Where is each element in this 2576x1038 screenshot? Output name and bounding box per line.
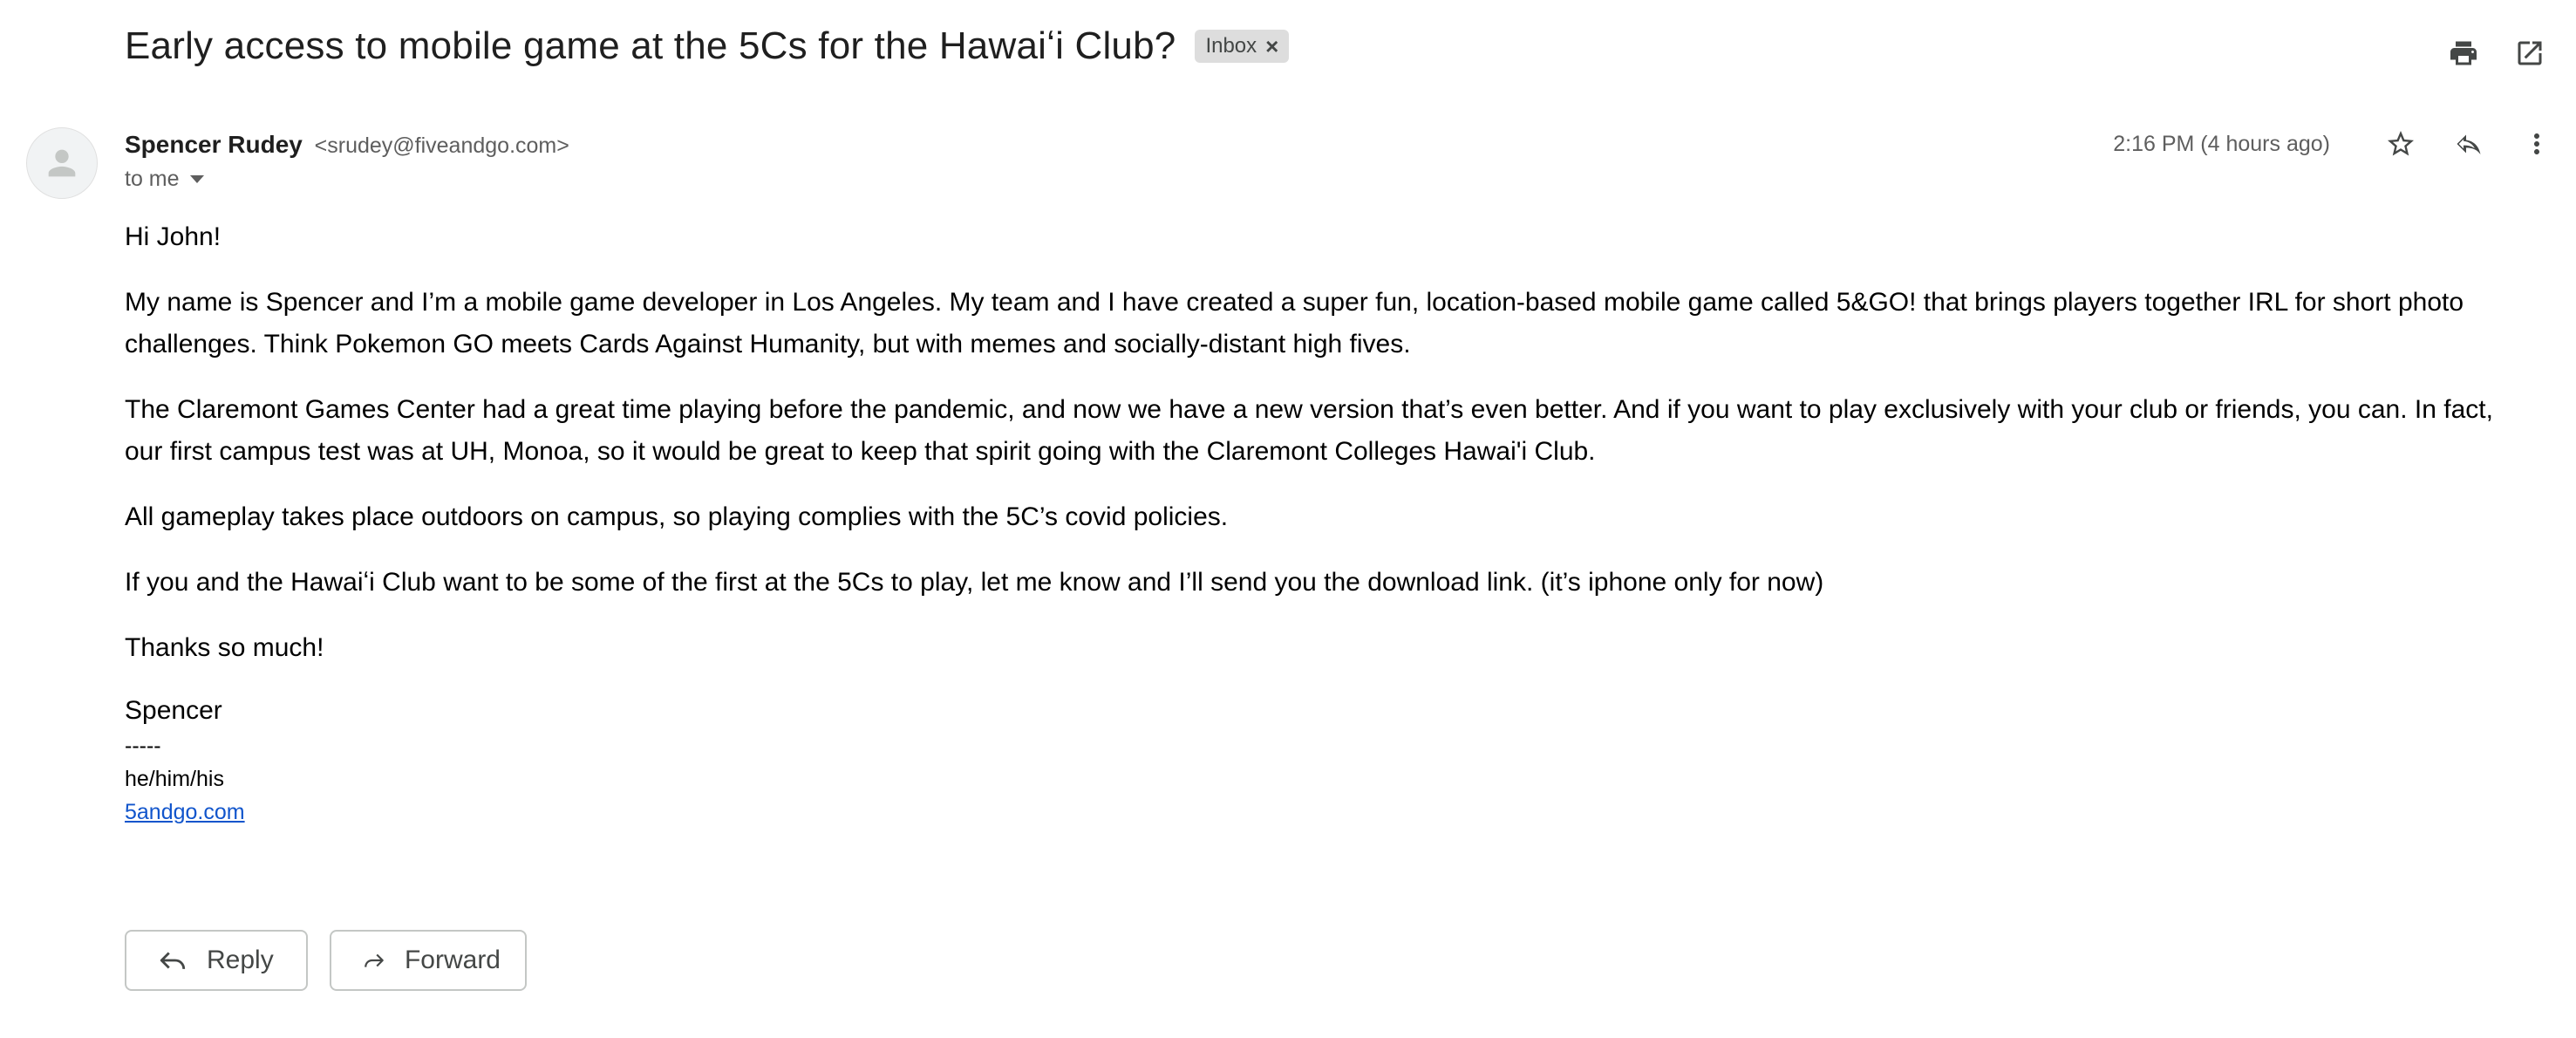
- subject-row: Early access to mobile game at the 5Cs f…: [125, 24, 1290, 68]
- recipient-details-toggle[interactable]: to me: [125, 167, 204, 192]
- star-icon[interactable]: [2381, 124, 2421, 164]
- body-paragraph: If you and the Hawaiʻi Club want to be s…: [125, 568, 1824, 597]
- remove-label-button[interactable]: ×: [1265, 33, 1278, 60]
- email-body: Hi John! My name is Spencer and I’m a mo…: [125, 216, 2532, 829]
- body-paragraph: My name is Spencer and I’m a mobile game…: [125, 288, 2464, 359]
- sender-line: Spencer Rudey <srudey@fiveandgo.com>: [125, 131, 569, 159]
- bottom-actions: Reply Forward: [125, 930, 527, 991]
- closing: Thanks so much!: [125, 633, 324, 662]
- reply-icon: [160, 952, 186, 970]
- sender-name[interactable]: Spencer Rudey: [125, 131, 303, 158]
- body-paragraph: The Claremont Games Center had a great t…: [125, 395, 2493, 466]
- reply-button[interactable]: Reply: [125, 930, 308, 991]
- header-actions: [2443, 33, 2550, 73]
- forward-button-label: Forward: [404, 946, 501, 974]
- message-timestamp: 2:16 PM (4 hours ago): [2113, 131, 2330, 156]
- person-icon: [48, 149, 76, 177]
- reply-button-label: Reply: [207, 946, 274, 974]
- label-text: Inbox: [1205, 34, 1257, 58]
- sender-avatar[interactable]: [26, 127, 98, 199]
- print-icon[interactable]: [2443, 33, 2484, 73]
- sender-email: <srudey@fiveandgo.com>: [314, 133, 569, 158]
- signature-divider: -----: [125, 734, 161, 758]
- more-vert-icon[interactable]: [2517, 124, 2557, 164]
- body-paragraph: All gameplay takes place outdoors on cam…: [125, 502, 1229, 531]
- greeting: Hi John!: [125, 222, 221, 251]
- email-view: Early access to mobile game at the 5Cs f…: [0, 0, 2576, 1038]
- inbox-label-chip: Inbox ×: [1195, 30, 1290, 63]
- signature-name: Spencer: [125, 696, 222, 725]
- forward-icon: [365, 953, 384, 967]
- message-meta: 2:16 PM (4 hours ago): [2113, 124, 2557, 164]
- signature: Spencer ----- he/him/his 5andgo.com: [125, 693, 2532, 829]
- open-in-new-window-icon[interactable]: [2510, 33, 2550, 73]
- signature-pronouns: he/him/his: [125, 767, 224, 791]
- chevron-down-icon: [189, 175, 204, 183]
- signature-link[interactable]: 5andgo.com: [125, 800, 245, 824]
- recipient-text: to me: [125, 167, 180, 191]
- email-subject: Early access to mobile game at the 5Cs f…: [125, 24, 1176, 67]
- forward-button[interactable]: Forward: [330, 930, 527, 991]
- reply-icon[interactable]: [2449, 124, 2489, 164]
